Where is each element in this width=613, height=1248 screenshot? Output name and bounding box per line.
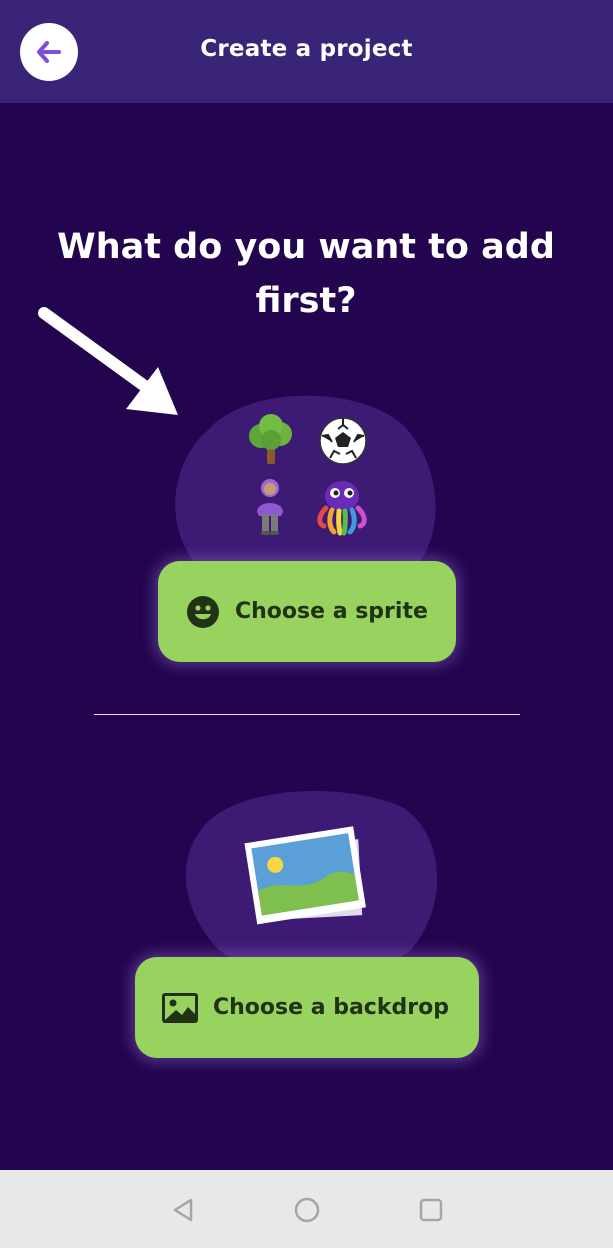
system-nav-bar: [0, 1170, 613, 1248]
nav-home-button[interactable]: [289, 1192, 325, 1228]
back-triangle-icon: [173, 1198, 193, 1222]
picture-photo-icon: [244, 826, 366, 925]
home-circle-icon: [294, 1197, 320, 1223]
choose-backdrop-label: Choose a backdrop: [213, 995, 449, 1020]
tree-icon: [249, 414, 292, 464]
nav-recents-button[interactable]: [413, 1192, 449, 1228]
choose-backdrop-button[interactable]: Choose a backdrop: [135, 957, 479, 1058]
nav-back-button[interactable]: [165, 1192, 201, 1228]
sprite-icons-group: [240, 412, 380, 542]
choose-sprite-button[interactable]: Choose a sprite: [158, 561, 456, 662]
person-icon: [257, 479, 283, 535]
page-title: Create a project: [200, 36, 413, 62]
octopus-icon: [317, 481, 367, 536]
smiley-face-icon: [187, 595, 219, 628]
app-screen: Create a project What do you want to add…: [0, 0, 613, 1248]
pointer-arrow-icon: [38, 307, 178, 415]
choose-sprite-label: Choose a sprite: [235, 599, 428, 624]
recents-square-icon: [419, 1198, 443, 1222]
image-icon: [162, 992, 198, 1023]
header-bar: Create a project: [0, 0, 613, 103]
soccer-ball-icon: [319, 417, 367, 465]
section-divider: [94, 714, 520, 715]
